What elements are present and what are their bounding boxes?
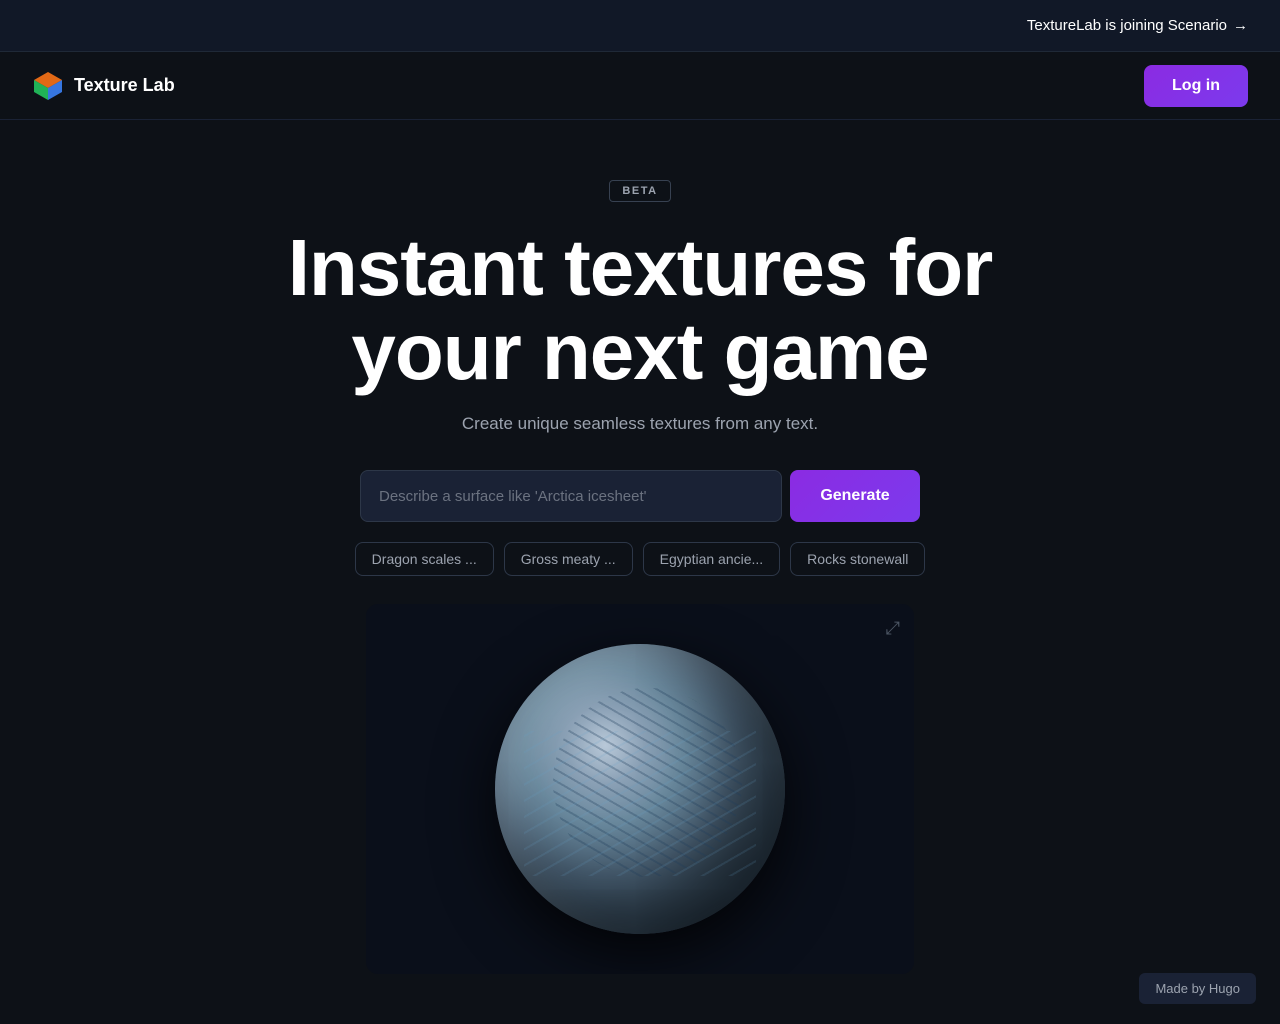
chip-rocks-stonewall[interactable]: Rocks stonewall [790,542,925,576]
hero-section: BETA Instant textures for your next game… [0,120,1280,974]
announcement-arrow: → [1233,17,1248,34]
search-area: Generate [360,470,920,522]
chips-container: Dragon scales ... Gross meaty ... Egypti… [355,542,926,576]
login-button[interactable]: Log in [1144,65,1248,107]
made-by-label: Made by Hugo [1139,973,1256,1004]
preview-container: ⤢ [366,604,914,974]
logo-icon [32,70,64,102]
announcement-bar: TextureLab is joining Scenario → [0,0,1280,52]
announcement-text: TextureLab is joining Scenario [1027,17,1227,34]
logo-area: Texture Lab [32,70,175,102]
beta-badge: BETA [609,180,670,202]
chip-gross-meaty[interactable]: Gross meaty ... [504,542,633,576]
sphere-container [480,629,800,949]
main-nav: Texture Lab Log in [0,52,1280,120]
chip-egyptian[interactable]: Egyptian ancie... [643,542,781,576]
expand-icon[interactable]: ⤢ [886,618,900,639]
announcement-link[interactable]: TextureLab is joining Scenario → [1027,17,1248,34]
chip-dragon-scales[interactable]: Dragon scales ... [355,542,494,576]
logo-name: Texture Lab [74,75,175,96]
generate-button[interactable]: Generate [790,470,920,522]
hero-title: Instant textures for your next game [288,226,993,394]
search-input[interactable] [360,470,782,522]
texture-sphere [495,644,785,934]
hero-subtitle: Create unique seamless textures from any… [462,414,818,434]
